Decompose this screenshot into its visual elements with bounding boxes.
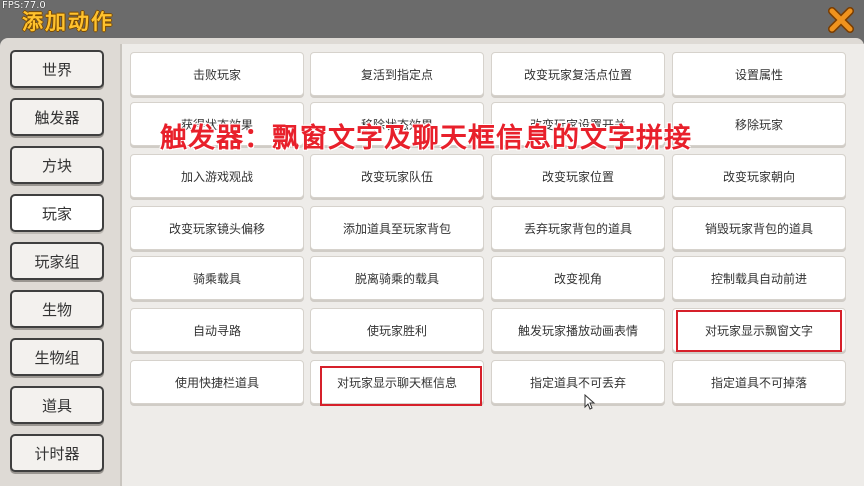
sidebar-item-label: 玩家 [41, 204, 72, 223]
overlay-caption: 触发器：飘窗文字及聊天框信息的文字拼接 [160, 123, 692, 154]
action-button[interactable]: 指定道具不可丢弃 [491, 360, 665, 404]
sidebar-item-creature-group[interactable]: 生物组 [10, 338, 104, 376]
action-button[interactable]: 控制载具自动前进 [672, 256, 846, 300]
sidebar-item-label: 生物 [41, 300, 72, 319]
sidebar-item-creature[interactable]: 生物 [10, 290, 104, 328]
sidebar-item-label: 触发器 [34, 108, 80, 127]
sidebar-item-item[interactable]: 道具 [10, 386, 104, 424]
action-button[interactable]: 骑乘载具 [130, 256, 304, 300]
action-button[interactable]: 改变视角 [491, 256, 665, 300]
action-button[interactable]: 丢弃玩家背包的道具 [491, 206, 665, 250]
action-button-show-popup-text[interactable]: 对玩家显示飘窗文字 [672, 308, 846, 352]
sidebar-item-player-group[interactable]: 玩家组 [10, 242, 104, 280]
action-button-show-chat-message[interactable]: 对玩家显示聊天框信息 [310, 360, 484, 404]
sidebar-item-label: 道具 [41, 396, 72, 415]
action-button[interactable]: 设置属性 [672, 52, 846, 96]
action-button[interactable]: 移除玩家 [672, 102, 846, 146]
sidebar-item-player[interactable]: 玩家 [10, 194, 104, 232]
action-button[interactable]: 指定道具不可掉落 [672, 360, 846, 404]
sidebar-item-world[interactable]: 世界 [10, 50, 104, 88]
sidebar-item-label: 计时器 [34, 444, 80, 463]
sidebar-item-block[interactable]: 方块 [10, 146, 104, 184]
action-button[interactable]: 触发玩家播放动画表情 [491, 308, 665, 352]
action-button[interactable]: 销毁玩家背包的道具 [672, 206, 846, 250]
action-button[interactable]: 改变玩家位置 [491, 154, 665, 198]
action-button[interactable]: 击败玩家 [130, 52, 304, 96]
mouse-cursor-icon [584, 394, 596, 410]
action-button[interactable]: 复活到指定点 [310, 52, 484, 96]
action-button[interactable]: 脱离骑乘的载具 [310, 256, 484, 300]
action-button[interactable]: 使用快捷栏道具 [130, 360, 304, 404]
sidebar-item-label: 方块 [41, 156, 72, 175]
action-button[interactable]: 加入游戏观战 [130, 154, 304, 198]
sidebar-item-label: 玩家组 [34, 252, 80, 271]
action-button[interactable]: 添加道具至玩家背包 [310, 206, 484, 250]
close-icon [828, 7, 854, 33]
action-button[interactable]: 改变玩家复活点位置 [491, 52, 665, 96]
sidebar-item-label: 世界 [41, 60, 72, 79]
dialog-title: 添加动作 [22, 10, 114, 34]
action-grid: 击败玩家 复活到指定点 改变玩家复活点位置 设置属性 获得状态效果 移除状态效果… [120, 44, 864, 486]
sidebar-item-trigger[interactable]: 触发器 [10, 98, 104, 136]
action-button[interactable]: 自动寻路 [130, 308, 304, 352]
category-sidebar: 世界 触发器 方块 玩家 玩家组 生物 生物组 道具 计时器 [6, 44, 110, 484]
action-button[interactable]: 使玩家胜利 [310, 308, 484, 352]
sidebar-item-label: 生物组 [34, 348, 80, 367]
action-button[interactable]: 改变玩家队伍 [310, 154, 484, 198]
sidebar-item-timer[interactable]: 计时器 [10, 434, 104, 472]
close-button[interactable] [826, 6, 856, 34]
action-button[interactable]: 改变玩家朝向 [672, 154, 846, 198]
action-button[interactable]: 改变玩家镜头偏移 [130, 206, 304, 250]
